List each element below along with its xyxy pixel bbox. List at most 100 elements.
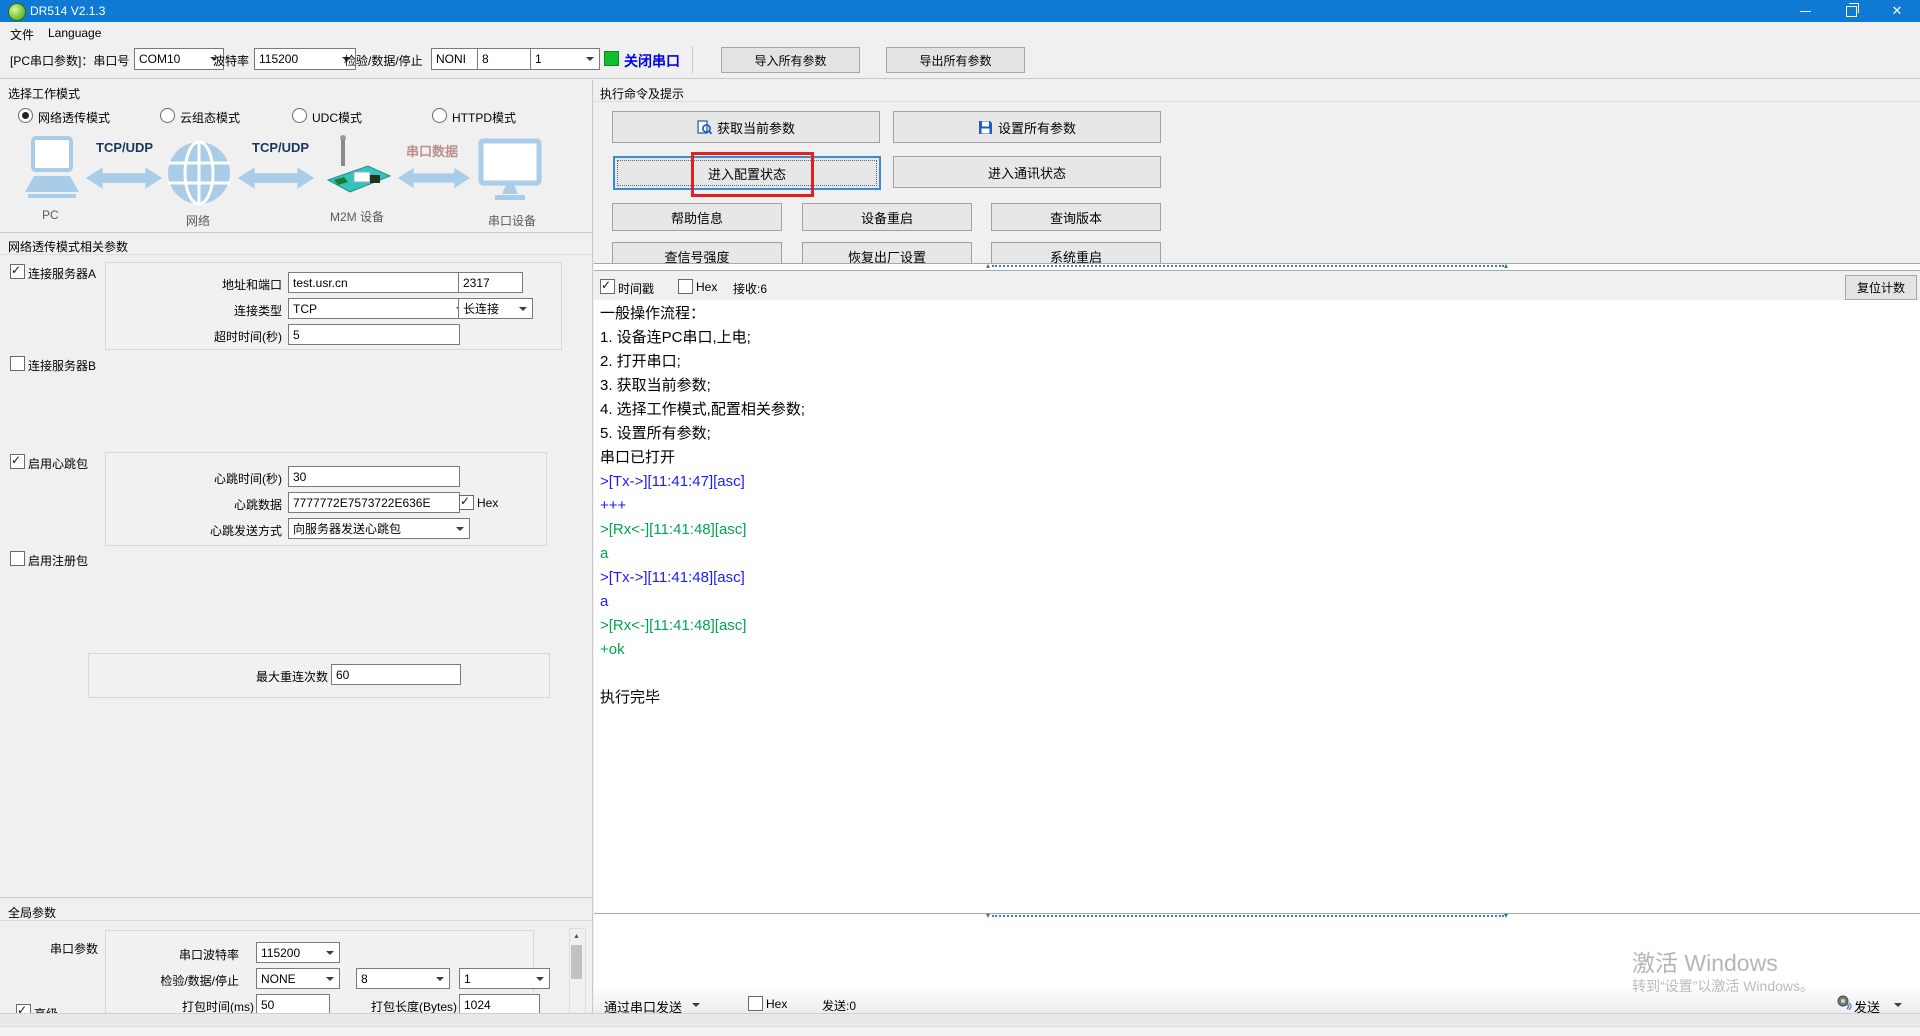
- export-params-button[interactable]: 导出所有参数: [886, 47, 1025, 73]
- restore-icon: [1846, 6, 1857, 17]
- radio-httpd-label[interactable]: HTTPD模式: [452, 109, 516, 126]
- set-params-label: 设置所有参数: [998, 118, 1076, 137]
- pack-time-input[interactable]: 50: [256, 994, 330, 1015]
- server-a-port-input[interactable]: 2317: [458, 272, 523, 293]
- close-port-button[interactable]: 关闭串口: [624, 51, 680, 71]
- hb-data-value: 7777772E7573722E636E: [293, 496, 430, 510]
- help-button[interactable]: 帮助信息: [612, 203, 782, 231]
- left-panel-scrollbar[interactable]: ▲ ▼: [569, 928, 586, 1024]
- scroll-up-icon[interactable]: ▲: [570, 929, 583, 943]
- recv-hex-label: Hex: [696, 280, 717, 294]
- restore-button[interactable]: [1828, 0, 1874, 22]
- server-a-label: 连接服务器A: [28, 265, 96, 282]
- com-port-select[interactable]: COM10: [134, 48, 224, 70]
- scrollbar-thumb[interactable]: [571, 945, 582, 979]
- send-via-chevron-icon[interactable]: [692, 1003, 700, 1007]
- timeout-label: 超时时间(秒): [180, 328, 282, 345]
- reset-counter-button[interactable]: 复位计数: [1845, 275, 1917, 300]
- magnifier-doc-icon: [697, 120, 712, 135]
- menu-file[interactable]: 文件: [10, 26, 34, 43]
- params-group-topline: [0, 232, 592, 233]
- heartbeat-label: 启用心跳包: [28, 455, 88, 472]
- timeout-input[interactable]: 5: [288, 324, 460, 345]
- g-baud-select[interactable]: 115200: [256, 942, 340, 963]
- send-count: 发送:0: [822, 997, 856, 1014]
- hb-hex-label: Hex: [477, 496, 498, 510]
- radio-net-transparent[interactable]: [18, 108, 33, 123]
- stopbits-value: 1: [535, 52, 542, 66]
- g-stopbits-select[interactable]: 1: [459, 968, 550, 989]
- send-chevron-icon[interactable]: [1894, 1003, 1902, 1007]
- reboot-device-button[interactable]: 设备重启: [802, 203, 972, 231]
- register-checkbox[interactable]: [10, 551, 25, 566]
- link3-arrow-icon: [398, 164, 470, 192]
- menu-language[interactable]: Language: [48, 26, 101, 40]
- minimize-button[interactable]: [1782, 0, 1828, 22]
- g-parity-label: 检验/数据/停止: [152, 972, 239, 989]
- pack-len-input[interactable]: 1024: [459, 994, 540, 1015]
- splitter-arrow-icon[interactable]: ▴: [1504, 261, 1508, 271]
- window-title: DR514 V2.1.3: [30, 4, 105, 18]
- splitter-handle[interactable]: [992, 915, 1504, 917]
- set-params-button[interactable]: 设置所有参数: [893, 111, 1161, 143]
- server-a-checkbox[interactable]: [10, 264, 25, 279]
- pc-serial-label: [PC串口参数]：串口号: [10, 52, 129, 69]
- query-version-label: 查询版本: [1050, 208, 1102, 227]
- parity-value: NONI: [436, 52, 466, 66]
- reconnect-input[interactable]: 60: [331, 664, 461, 685]
- heartbeat-checkbox[interactable]: [10, 454, 25, 469]
- send-sound-icon[interactable]: [1836, 994, 1852, 1010]
- stopbits-select[interactable]: 1: [530, 48, 600, 70]
- serial-params-label: 串口参数: [50, 940, 98, 957]
- conn-mode-select[interactable]: 长连接: [458, 298, 533, 319]
- server-a-address-input[interactable]: test.usr.cn: [288, 272, 460, 293]
- recv-hex-checkbox[interactable]: [678, 279, 693, 294]
- import-params-button[interactable]: 导入所有参数: [721, 47, 860, 73]
- hb-hex-checkbox[interactable]: [459, 495, 474, 510]
- hb-mode-value: 向服务器发送心跳包: [293, 520, 401, 537]
- hb-data-input[interactable]: 7777772E7573722E636E: [288, 492, 460, 513]
- radio-cloud[interactable]: [160, 108, 175, 123]
- get-params-button[interactable]: 获取当前参数: [612, 111, 880, 143]
- baud-label: 波特率: [213, 52, 249, 69]
- m2m-label: M2M 设备: [330, 208, 384, 225]
- splitter-arrow-icon[interactable]: ▴: [986, 261, 990, 271]
- global-group-topline: [0, 897, 592, 898]
- splitter-handle[interactable]: [992, 265, 1504, 267]
- log-line: >[Rx<-][11:41:48][asc]: [600, 518, 1840, 542]
- send-hex-checkbox[interactable]: [748, 996, 763, 1011]
- g-parity-select[interactable]: NONE: [256, 968, 340, 989]
- conn-type-select[interactable]: TCP: [288, 298, 470, 319]
- params-group-title: 网络透传模式相关参数: [8, 238, 128, 255]
- timestamp-checkbox[interactable]: [600, 279, 615, 294]
- panel-divider: [592, 80, 593, 1013]
- top-splitter[interactable]: ▴ ▴: [594, 263, 1920, 271]
- radio-httpd[interactable]: [432, 108, 447, 123]
- exec-group-underline: [594, 101, 1920, 102]
- server-b-checkbox[interactable]: [10, 356, 25, 371]
- activate-windows-watermark: 激活 Windows: [1632, 944, 1778, 978]
- menu-bar: 文件 Language: [0, 22, 1920, 45]
- receive-log[interactable]: 一般操作流程：1. 设备连PC串口,上电;2. 打开串口;3. 获取当前参数;4…: [600, 302, 1840, 710]
- recv-count: 接收:6: [733, 280, 767, 297]
- get-params-label: 获取当前参数: [717, 118, 795, 137]
- timestamp-label: 时间戳: [618, 280, 654, 297]
- enter-comm-button[interactable]: 进入通讯状态: [893, 156, 1161, 188]
- network-globe-icon: [166, 140, 232, 206]
- conn-type-value: TCP: [293, 302, 317, 316]
- radio-net-transparent-label[interactable]: 网络透传模式: [38, 109, 110, 126]
- log-line: 执行完毕: [600, 686, 1840, 710]
- query-version-button[interactable]: 查询版本: [991, 203, 1161, 231]
- radio-udc-label[interactable]: UDC模式: [312, 109, 362, 126]
- link1-arrow-icon: [86, 164, 162, 192]
- radio-cloud-label[interactable]: 云组态模式: [180, 109, 240, 126]
- close-button[interactable]: ✕: [1874, 0, 1920, 22]
- baud-select[interactable]: 115200: [254, 48, 356, 70]
- hb-time-label: 心跳时间(秒): [170, 470, 282, 487]
- radio-udc[interactable]: [292, 108, 307, 123]
- hb-mode-select[interactable]: 向服务器发送心跳包: [288, 518, 470, 539]
- register-label: 启用注册包: [28, 552, 88, 569]
- hb-time-input[interactable]: 30: [288, 466, 460, 487]
- g-databits-select[interactable]: 8: [356, 968, 450, 989]
- toolbar-bottom-line: [0, 78, 1920, 79]
